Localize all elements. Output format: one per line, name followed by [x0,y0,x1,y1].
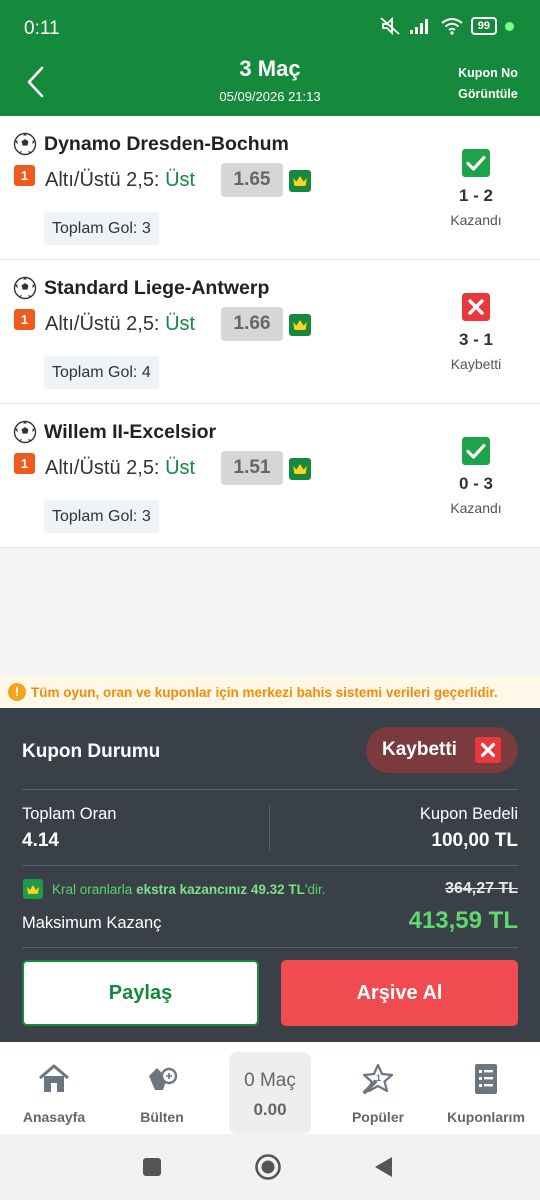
king-note-prefix: Kral oranlarla [52,882,133,897]
king-note-extra: ekstra kazancınız 49.32 TL [136,882,305,897]
signal-icon [409,19,428,34]
nav-home[interactable]: Anasayfa [0,1042,108,1134]
divider [22,789,518,790]
max-win-label: Maksimum Kazanç [22,914,162,932]
stake-label: Kupon Bedeli [419,805,518,823]
lost-cross-icon [475,737,501,763]
warning-icon: ! [8,683,26,701]
battery-indicator: 99 [470,17,497,35]
crown-icon [289,170,311,192]
won-check-icon [462,149,490,177]
crown-icon [289,314,311,336]
lost-cross-icon [462,293,490,321]
football-icon [13,132,37,156]
view-coupon-number-button[interactable]: Kupon No Görüntüle [456,63,520,105]
match-score: 3 - 1 [458,330,494,349]
archive-button[interactable]: Arşive Al [281,960,518,1026]
divider [22,947,518,948]
crown-icon [23,879,43,899]
coupon-status-label: Kaybetti [382,739,457,760]
recents-square-icon[interactable] [141,1156,163,1178]
status-bar: 0:11 99 [0,0,540,56]
match-list: Dynamo Dresden-Bochum 1 Altı/Üstü 2,5: Ü… [0,116,540,548]
max-win-value: 413,59 TL [408,907,518,934]
king-odds-note: Kral oranlarla ekstra kazancınız 49.32 T… [52,882,326,897]
nav-bulletin[interactable]: Bülten [108,1042,216,1134]
home-circle-icon[interactable] [254,1153,282,1181]
share-button[interactable]: Paylaş [22,960,259,1026]
match-teams: Willem II-Excelsior [44,421,217,443]
mute-icon [380,16,400,36]
coupon-status-title: Kupon Durumu [22,741,161,762]
nav-popular[interactable]: 1 Popüler [324,1042,432,1134]
status-dot [505,21,514,31]
back-triangle-icon[interactable] [372,1155,394,1179]
match-row: Standard Liege-Antwerp 1 Altı/Üstü 2,5: … [0,260,540,404]
nav-popular-label: Popüler [351,1109,405,1125]
info-text: Tüm oyun, oran ve kuponlar için merkezi … [31,684,498,700]
market-pick: Üst [165,169,196,191]
match-score: 0 - 3 [458,474,494,493]
total-goals-chip: Toplam Gol: 4 [44,356,159,389]
home-icon [39,1064,69,1092]
stake-value: 100,00 TL [431,830,518,851]
status-time: 0:11 [24,18,60,39]
match-teams: Dynamo Dresden-Bochum [44,133,289,155]
nav-coupons[interactable]: Kuponlarım [432,1042,540,1134]
divider [269,806,270,850]
odd-value: 1.51 [221,451,283,485]
total-goals-chip: Toplam Gol: 3 [44,500,159,533]
market-name: Altı/Üstü 2,5: [45,169,160,191]
market-label: Altı/Üstü 2,5: Üst [45,457,195,480]
football-icon [13,420,37,444]
bet-type-badge: 1 [14,453,35,474]
odd-value: 1.66 [221,307,283,341]
market-label: Altı/Üstü 2,5: Üst [45,313,195,336]
old-max-win: 364,27 TL [445,880,518,897]
system-navigation-bar [0,1134,540,1200]
crown-icon [289,458,311,480]
divider [22,865,518,866]
bet-type-badge: 1 [14,165,35,186]
betslip-total: 0.00 [253,1100,287,1119]
nav-bulletin-label: Bülten [140,1109,184,1125]
total-odds-label: Toplam Oran [22,805,117,823]
popular-star-icon: 1 [362,1063,394,1094]
king-note-suffix: 'dir. [304,882,326,897]
market-pick: Üst [165,313,196,335]
match-result: Kazandı [450,500,502,516]
info-banner: ! Tüm oyun, oran ve kuponlar için merkez… [0,676,540,708]
wifi-icon [441,18,463,35]
nav-home-label: Anasayfa [22,1109,86,1125]
betslip-count: 0 Maç [244,1070,296,1091]
app-header: 0:11 99 3 Maç 05/09/2026 21:13 Kupon No … [0,0,540,116]
market-pick: Üst [165,457,196,479]
market-name: Altı/Üstü 2,5: [45,457,160,479]
bet-type-badge: 1 [14,309,35,330]
coupon-list-icon [475,1064,497,1094]
match-result: Kazandı [450,212,502,228]
football-icon [13,276,37,300]
match-row: Willem II-Excelsior 1 Altı/Üstü 2,5: Üst… [0,404,540,548]
match-row: Dynamo Dresden-Bochum 1 Altı/Üstü 2,5: Ü… [0,116,540,260]
market-name: Altı/Üstü 2,5: [45,313,160,335]
market-label: Altı/Üstü 2,5: Üst [45,169,195,192]
nav-coupons-label: Kuponlarım [447,1109,525,1125]
match-result: Kaybetti [450,356,502,372]
total-goals-chip: Toplam Gol: 3 [44,212,159,245]
match-teams: Standard Liege-Antwerp [44,277,270,299]
coupon-summary-panel: Kupon Durumu Kaybetti Toplam Oran 4.14 K… [0,708,540,1042]
hand-ball-icon [149,1067,178,1090]
total-odds-value: 4.14 [22,830,59,851]
svg-text:1: 1 [376,1073,381,1083]
bottom-navigation: Anasayfa Bülten 0 Maç 0.00 1 Popüler Kup… [0,1042,540,1134]
odd-value: 1.65 [221,163,283,197]
coupon-status-badge: Kaybetti [366,727,518,773]
status-icons: 99 [379,16,514,36]
won-check-icon [462,437,490,465]
match-score: 1 - 2 [458,186,494,205]
nav-betslip[interactable]: 0 Maç 0.00 [229,1052,311,1134]
